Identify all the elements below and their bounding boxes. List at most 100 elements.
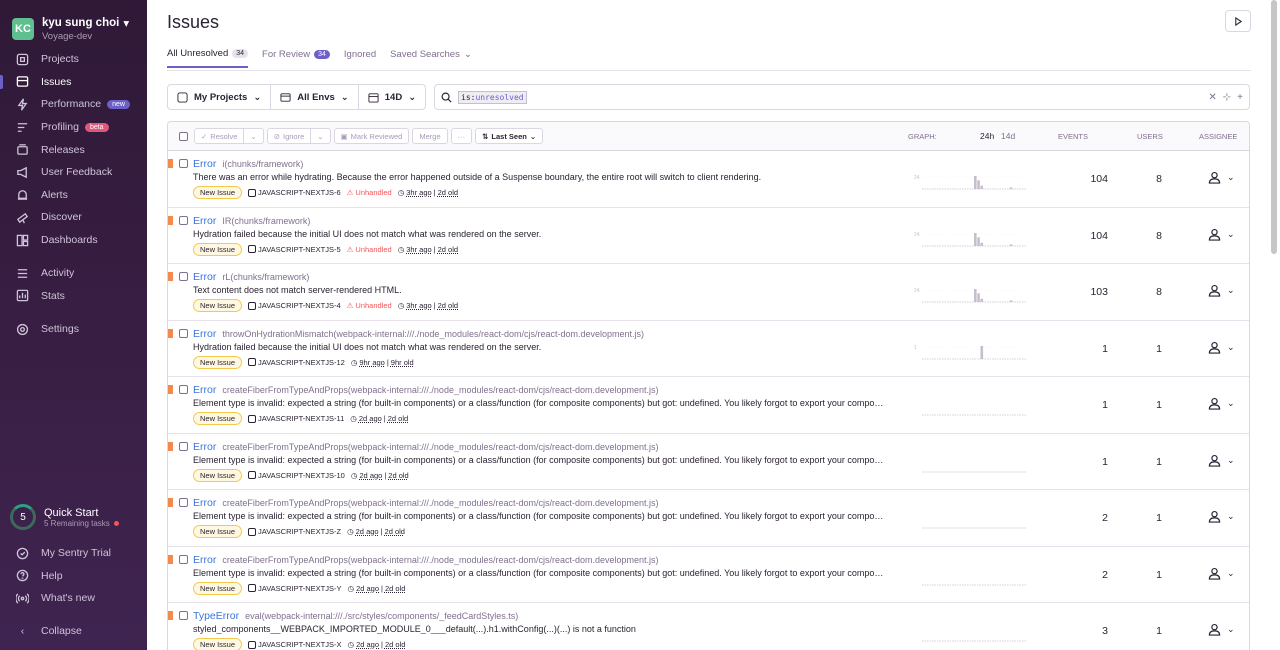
short-id[interactable]: JAVASCRIPT-NEXTJS-12 (258, 358, 345, 367)
search-token[interactable]: is:unresolved (458, 90, 527, 104)
ignore-dropdown[interactable]: ⌄ (311, 128, 331, 144)
assignee-selector[interactable]: ⌄ (1208, 623, 1235, 636)
graph-24h-toggle[interactable]: 24h (980, 131, 994, 141)
sidebar-item-stats[interactable]: Stats (0, 285, 147, 308)
row-checkbox[interactable] (179, 554, 188, 564)
table-row[interactable]: Error IR(chunks/framework) Hydration faile… (168, 208, 1249, 264)
merge-button[interactable]: Merge (412, 128, 448, 144)
scrollbar[interactable] (1271, 0, 1277, 254)
ignore-button[interactable]: ⊘ Ignore (266, 128, 312, 144)
collapse-button[interactable]: ‹ Collapse (0, 620, 147, 643)
graph-14d-toggle[interactable]: 14d (1001, 131, 1015, 141)
quick-start[interactable]: 5 Quick Start 5 Remaining tasks (10, 504, 119, 530)
resolve-button[interactable]: ✓ Resolve (194, 128, 245, 144)
issue-title-link[interactable]: Error (193, 384, 216, 396)
short-id[interactable]: JAVASCRIPT-NEXTJS-6 (258, 188, 341, 197)
tab-ignored[interactable]: Ignored (344, 48, 376, 68)
siren-icon (16, 188, 29, 201)
row-checkbox[interactable] (179, 611, 188, 620)
add-icon[interactable]: + (1237, 92, 1243, 103)
table-row[interactable]: Error throwOnHydrationMismatch(webpack-in… (168, 321, 1249, 377)
graph-label: GRAPH: (908, 131, 937, 141)
more-actions-button[interactable]: ··· (450, 128, 473, 144)
sidebar-item-my-sentry-trial[interactable]: My Sentry Trial (0, 542, 147, 565)
sidebar-item-alerts[interactable]: Alerts (0, 184, 147, 207)
org-switcher[interactable]: KC kyu sung choi ▾ Voyage-dev (0, 0, 147, 46)
sidebar-item-releases[interactable]: Releases (0, 138, 147, 161)
sidebar-item-performance[interactable]: Performance new (0, 93, 147, 116)
short-id[interactable]: JAVASCRIPT-NEXTJS-5 (258, 245, 341, 254)
row-checkbox[interactable] (179, 441, 188, 451)
table-row[interactable]: Error i(chunks/framework) There was an err… (168, 151, 1249, 208)
env-filter[interactable]: All Envs ⌄ (271, 84, 359, 110)
sidebar-item-label: Dashboards (41, 234, 98, 247)
assignee-selector[interactable]: ⌄ (1208, 284, 1235, 297)
pin-icon[interactable]: ⊹ (1223, 92, 1231, 103)
issue-trend-chart (922, 584, 1026, 585)
short-id[interactable]: JAVASCRIPT-NEXTJS-11 (258, 414, 344, 423)
sidebar-item-projects[interactable]: Projects (0, 48, 147, 71)
short-id[interactable]: JAVASCRIPT-NEXTJS-10 (258, 471, 345, 480)
last-seen: 3hr ago (406, 301, 432, 310)
short-id[interactable]: JAVASCRIPT-NEXTJS-4 (258, 301, 341, 310)
sidebar-item-dashboards[interactable]: Dashboards (0, 229, 147, 252)
sidebar-item-user-feedback[interactable]: User Feedback (0, 161, 147, 184)
sidebar-item-issues[interactable]: Issues (0, 71, 147, 94)
sort-button[interactable]: ⇅ Last Seen ⌄ (475, 128, 544, 144)
assignee-selector[interactable]: ⌄ (1208, 341, 1235, 354)
issue-title-link[interactable]: Error (193, 554, 216, 566)
chevron-down-icon: ⌄ (463, 49, 472, 60)
row-checkbox[interactable] (179, 328, 188, 338)
row-checkbox[interactable] (179, 272, 188, 281)
issue-title-link[interactable]: Error (193, 441, 216, 453)
issue-title-link[interactable]: Error (193, 328, 216, 340)
resolve-dropdown[interactable]: ⌄ (244, 128, 264, 144)
table-row[interactable]: Error rL(chunks/framework) Text content do… (168, 264, 1249, 321)
table-row[interactable]: TypeError eval(webpack-internal:///./src/… (168, 603, 1249, 650)
assignee-selector[interactable]: ⌄ (1208, 171, 1235, 184)
issue-title-link[interactable]: Error (193, 158, 216, 170)
table-row[interactable]: Error createFiberFromTypeAndProps(webpack… (168, 377, 1249, 434)
assignee-selector[interactable]: ⌄ (1208, 228, 1235, 241)
tab-saved-searches[interactable]: Saved Searches ⌄ (390, 48, 472, 68)
table-row[interactable]: Error createFiberFromTypeAndProps(webpack… (168, 434, 1249, 490)
table-row[interactable]: Error createFiberFromTypeAndProps(webpack… (168, 547, 1249, 603)
mark-reviewed-button[interactable]: ▣ Mark Reviewed (333, 128, 410, 144)
short-id[interactable]: JAVASCRIPT-NEXTJS-Z (258, 527, 341, 536)
assignee-selector[interactable]: ⌄ (1208, 454, 1235, 467)
play-button[interactable] (1225, 10, 1251, 32)
sidebar-item-profiling[interactable]: Profiling beta (0, 116, 147, 139)
issue-title-link[interactable]: Error (193, 497, 216, 509)
issue-trend-chart: 1 (914, 345, 1026, 359)
clear-icon[interactable]: ✕ (1208, 92, 1216, 103)
row-checkbox[interactable] (179, 159, 188, 168)
assignee-selector[interactable]: ⌄ (1208, 397, 1235, 410)
unhandled-label: Unhandled (355, 188, 392, 197)
issue-title-link[interactable]: TypeError (193, 610, 239, 622)
table-row[interactable]: Error createFiberFromTypeAndProps(webpack… (168, 490, 1249, 547)
date-filter[interactable]: 14D ⌄ (358, 84, 427, 110)
date-filter-label: 14D (384, 91, 403, 103)
assignee-selector[interactable]: ⌄ (1208, 510, 1235, 523)
sidebar-item-what-s-new[interactable]: What's new (0, 587, 147, 610)
project-filter[interactable]: My Projects ⌄ (167, 84, 272, 110)
graph-bar (980, 298, 984, 302)
row-checkbox[interactable] (179, 215, 188, 225)
org-avatar: KC (12, 18, 34, 40)
issue-title-link[interactable]: Error (193, 215, 216, 227)
select-all-checkbox[interactable] (179, 131, 188, 141)
sidebar-item-discover[interactable]: Discover (0, 206, 147, 229)
short-id[interactable]: JAVASCRIPT-NEXTJS-X (258, 640, 342, 649)
tab-for-review[interactable]: For Review 34 (262, 48, 330, 68)
short-id[interactable]: JAVASCRIPT-NEXTJS-Y (258, 584, 342, 593)
issue-title-link[interactable]: Error (193, 271, 216, 283)
assignee-selector[interactable]: ⌄ (1208, 567, 1235, 580)
sidebar-item-help[interactable]: Help (0, 565, 147, 588)
sidebar-item-settings[interactable]: Settings (0, 318, 147, 341)
search-input[interactable]: is:unresolved ✕ ⊹ + (434, 84, 1250, 110)
tab-all-unresolved[interactable]: All Unresolved 34 (167, 48, 249, 68)
row-checkbox[interactable] (179, 498, 188, 507)
level-indicator (168, 611, 173, 620)
sidebar-item-activity[interactable]: Activity (0, 262, 147, 285)
row-checkbox[interactable] (179, 385, 188, 394)
